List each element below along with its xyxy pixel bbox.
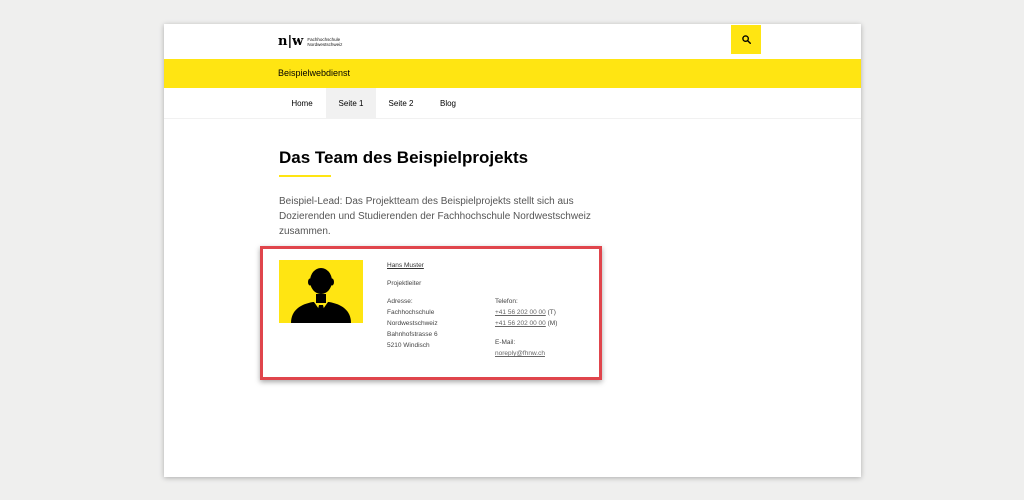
nav-item-blog[interactable]: Blog [426, 88, 470, 119]
person-role: Projektleiter [387, 280, 422, 287]
phone-row-2: +41 56 202 00 00 (M) [495, 318, 557, 329]
address-line-3: Bahnhofstrasse 6 [387, 331, 438, 338]
lead-text: Beispiel-Lead: Das Projektteam des Beisp… [279, 196, 591, 237]
phone-row-1: +41 56 202 00 00 (T) [495, 307, 557, 318]
email-block: E-Mail: noreply@fhnw.ch [495, 337, 545, 359]
site-name-bar: Beispielwebdienst [164, 59, 861, 88]
email-label: E-Mail: [495, 339, 516, 346]
person-avatar [279, 260, 363, 323]
main-navigation: Home Seite 1 Seite 2 Blog [164, 88, 861, 119]
logo-mark: n|w [278, 34, 304, 49]
logo-text: Fachhochschule Nordwestschweiz [307, 37, 342, 47]
person-card: Hans Muster Projektleiter Adresse: Fachh… [260, 246, 602, 380]
nav-item-seite-2[interactable]: Seite 2 [376, 88, 426, 119]
browser-window: n|w Fachhochschule Nordwestschweiz Beisp… [164, 24, 861, 477]
person-silhouette-icon [291, 268, 351, 323]
address-block: Adresse: Fachhochschule Nordwestschweiz … [387, 296, 438, 351]
search-icon [741, 35, 751, 44]
person-name-link[interactable]: Hans Muster [387, 262, 424, 269]
phone-link-1[interactable]: +41 56 202 00 00 [495, 309, 546, 316]
address-line-4: 5210 Windisch [387, 342, 430, 349]
phone-link-2[interactable]: +41 56 202 00 00 [495, 320, 546, 327]
phone-label: Telefon: [495, 298, 518, 305]
fhnw-logo[interactable]: n|w Fachhochschule Nordwestschweiz [278, 33, 342, 50]
site-name-link[interactable]: Beispielwebdienst [278, 68, 350, 78]
nav-item-seite-1[interactable]: Seite 1 [326, 88, 376, 119]
page-title: Das Team des Beispielprojekts [279, 148, 529, 167]
logo-text-line2: Nordwestschweiz [307, 41, 343, 47]
title-underline [279, 175, 331, 177]
search-button[interactable] [731, 25, 761, 54]
top-header: n|w Fachhochschule Nordwestschweiz [164, 24, 861, 59]
address-line-2: Nordwestschweiz [387, 320, 438, 327]
phone-block: Telefon: +41 56 202 00 00 (T) +41 56 202… [495, 296, 557, 329]
email-link[interactable]: noreply@fhnw.ch [495, 348, 545, 359]
nav-item-home[interactable]: Home [278, 88, 326, 119]
phone-type-2: (M) [547, 320, 558, 327]
phone-type-1: (T) [547, 309, 556, 316]
address-line-1: Fachhochschule [387, 309, 435, 316]
address-label: Adresse: [387, 298, 413, 305]
logo-text-line1: Fachhochschule [307, 36, 341, 42]
